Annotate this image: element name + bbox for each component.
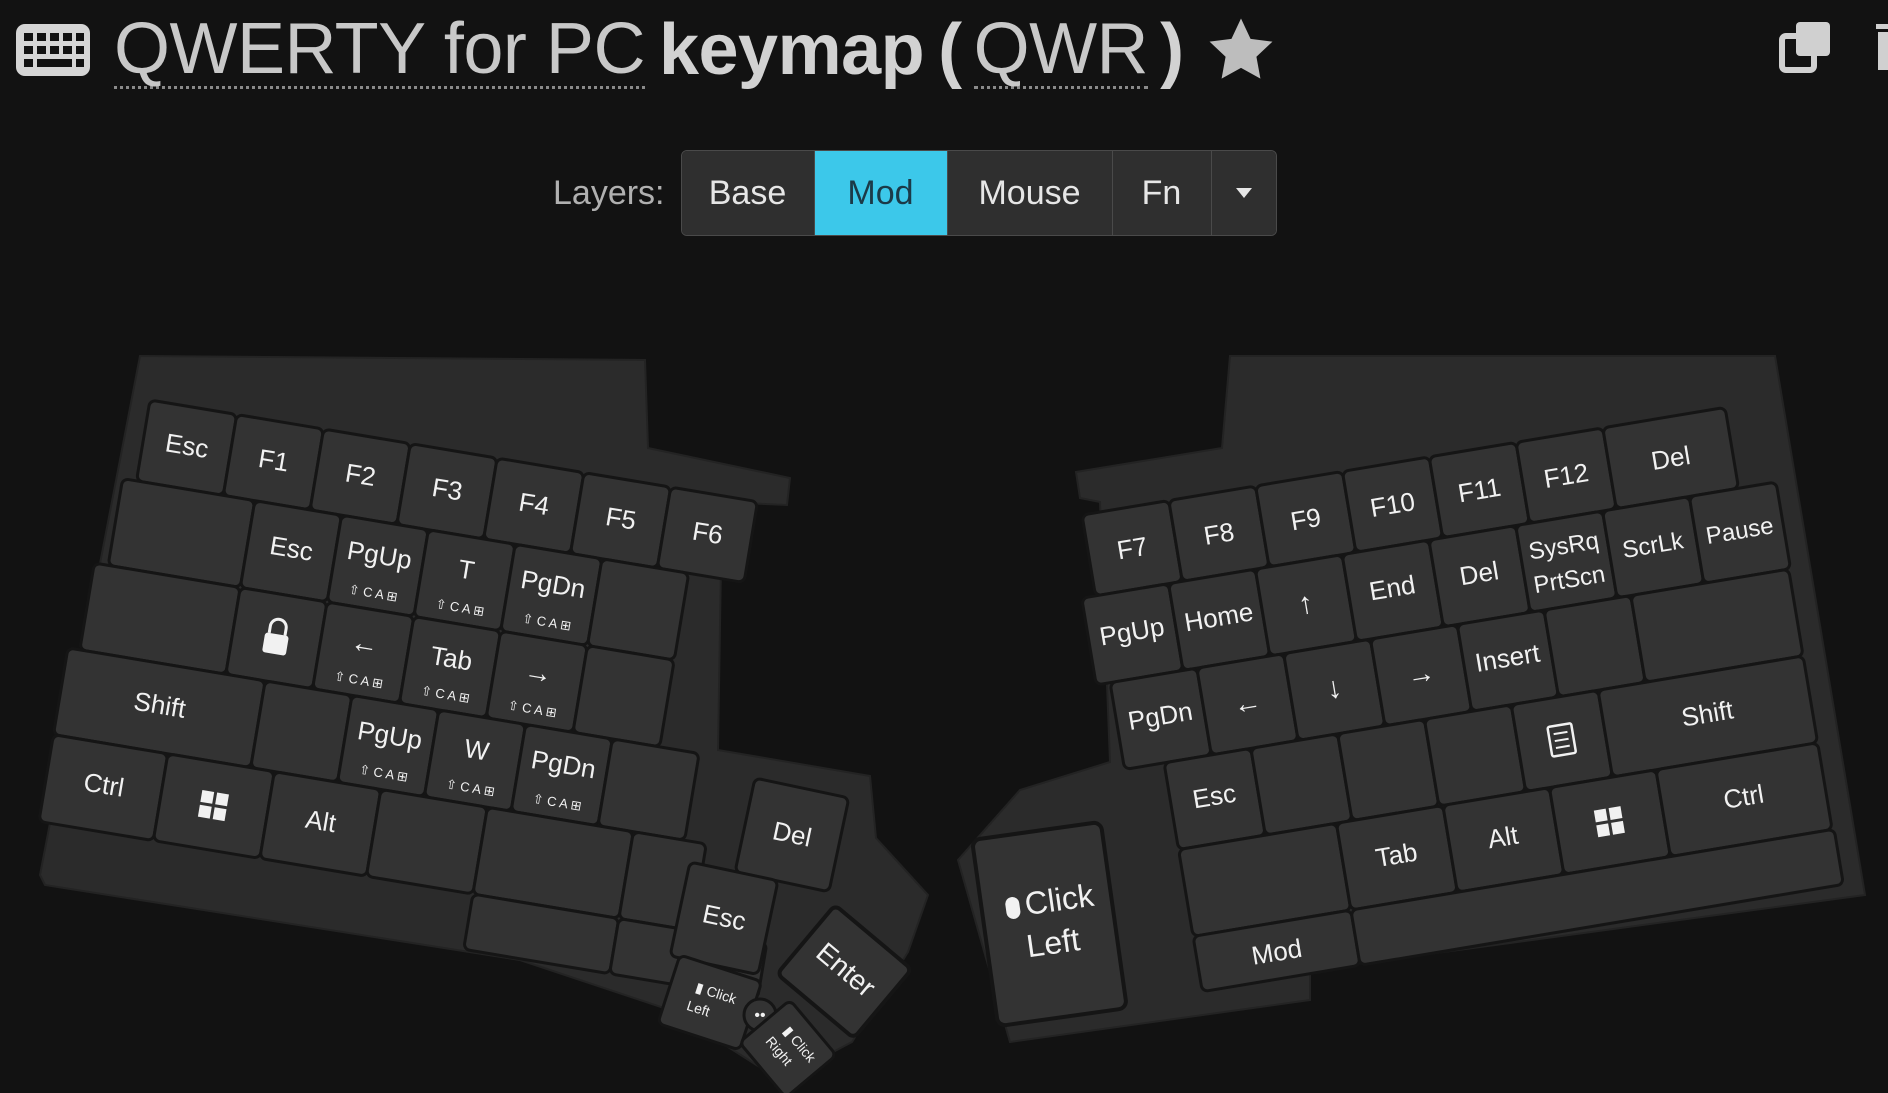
key-tab[interactable]: Tab ⇧ C A ⊞ (398, 615, 502, 719)
key-blank-r2-b[interactable] (572, 644, 675, 748)
key-ctrl[interactable]: Ctrl (38, 734, 169, 842)
svg-text:Alt: Alt (303, 804, 339, 839)
right-keyboard-half: F7 F8 F9 F10 F11 F12 Del PgUp Home ↑ End… (956, 355, 1867, 1044)
key-blank-r3[interactable] (1250, 733, 1353, 836)
svg-text:F3: F3 (430, 472, 465, 507)
key-win[interactable] (152, 753, 275, 860)
svg-text:→: → (522, 655, 555, 690)
key-f2[interactable]: F2 (309, 428, 411, 526)
key-f4[interactable]: F4 (483, 457, 585, 555)
svg-text:←: ← (1231, 685, 1264, 720)
svg-text:←: ← (348, 626, 381, 661)
svg-text:F1: F1 (256, 443, 291, 478)
key-blank-r3-b[interactable] (1337, 718, 1440, 822)
key-blank-r3-b[interactable] (597, 738, 700, 841)
svg-text:Left: Left (1024, 921, 1082, 964)
key-pgdn[interactable]: PgDn (1109, 667, 1212, 771)
svg-text:F7: F7 (1115, 531, 1150, 566)
svg-text:F5: F5 (603, 501, 638, 536)
key-f12[interactable]: F12 (1515, 427, 1617, 524)
key-blank-r3[interactable] (250, 680, 353, 783)
key-right[interactable]: → (1369, 623, 1473, 727)
key-pgdn[interactable]: PgDn ⇧ C A ⊞ (500, 543, 603, 647)
key-alt[interactable]: Alt (259, 771, 382, 877)
key-sysrq[interactable]: SysRq PrtScn (1515, 510, 1618, 613)
key-t[interactable]: T ⇧ C A ⊞ (413, 529, 516, 632)
svg-text:Del: Del (1457, 555, 1500, 591)
key-pgup-2[interactable]: PgUp ⇧ C A ⊞ (336, 694, 440, 798)
key-f9[interactable]: F9 (1254, 470, 1357, 568)
svg-text:F8: F8 (1202, 516, 1237, 551)
key-lock[interactable] (225, 586, 328, 690)
svg-text:F6: F6 (690, 516, 725, 551)
click-left-thumb-key[interactable]: Click Left (971, 820, 1128, 1028)
key-blank-r3-c[interactable] (1423, 704, 1527, 807)
key-down[interactable]: ↓ (1283, 638, 1386, 742)
key-f1[interactable]: F1 (222, 413, 325, 511)
key-f10[interactable]: F10 (1341, 456, 1444, 553)
key-esc[interactable]: Esc (1163, 747, 1266, 851)
svg-text:Alt: Alt (1485, 820, 1521, 855)
key-blank-r2[interactable] (1543, 594, 1646, 698)
key-scrlk[interactable]: ScrLk (1601, 495, 1705, 599)
key-blank-r1-b[interactable] (586, 558, 690, 661)
left-keyboard-half: Esc F1 F2 F3 F4 F5 F6 Esc PgUp ⇧ C A ⊞ T… (38, 354, 930, 1093)
svg-text:→: → (1404, 656, 1437, 691)
key-end[interactable]: End (1341, 539, 1445, 642)
key-home[interactable]: Home (1167, 568, 1271, 672)
key-esc-top[interactable]: Esc (135, 399, 238, 496)
key-w[interactable]: W ⇧ C A ⊞ (423, 709, 527, 812)
key-pgup[interactable]: PgUp (1081, 583, 1184, 686)
keyboard-diagram: Esc F1 F2 F3 F4 F5 F6 Esc PgUp ⇧ C A ⊞ T… (38, 354, 1867, 1093)
key-menu[interactable] (1510, 689, 1614, 793)
key-insert[interactable]: Insert (1456, 609, 1560, 712)
key-f5[interactable]: F5 (569, 472, 672, 569)
svg-text:F9: F9 (1288, 502, 1323, 537)
key-del[interactable]: Del (1428, 524, 1531, 628)
key-left[interactable]: ← ⇧ C A ⊞ (311, 601, 415, 704)
key-blank-r4[interactable] (365, 788, 488, 895)
key-up[interactable]: ↑ (1254, 554, 1358, 657)
svg-text:Del: Del (1649, 440, 1692, 476)
key-left[interactable]: ← (1196, 653, 1299, 756)
key-pgup[interactable]: PgUp ⇧ C A ⊞ (326, 514, 429, 618)
svg-text:F2: F2 (343, 457, 378, 492)
key-f8[interactable]: F8 (1168, 485, 1270, 582)
key-pgdn-2[interactable]: PgDn ⇧ C A ⊞ (510, 723, 613, 827)
svg-text:F4: F4 (517, 487, 552, 522)
key-f3[interactable]: F3 (396, 442, 498, 540)
key-right[interactable]: → ⇧ C A ⊞ (485, 630, 589, 733)
key-esc[interactable]: Esc (239, 500, 343, 603)
key-f6[interactable]: F6 (656, 486, 759, 584)
key-pause[interactable]: Pause (1688, 481, 1792, 584)
key-f11[interactable]: F11 (1428, 441, 1531, 539)
key-f7[interactable]: F7 (1081, 499, 1183, 597)
